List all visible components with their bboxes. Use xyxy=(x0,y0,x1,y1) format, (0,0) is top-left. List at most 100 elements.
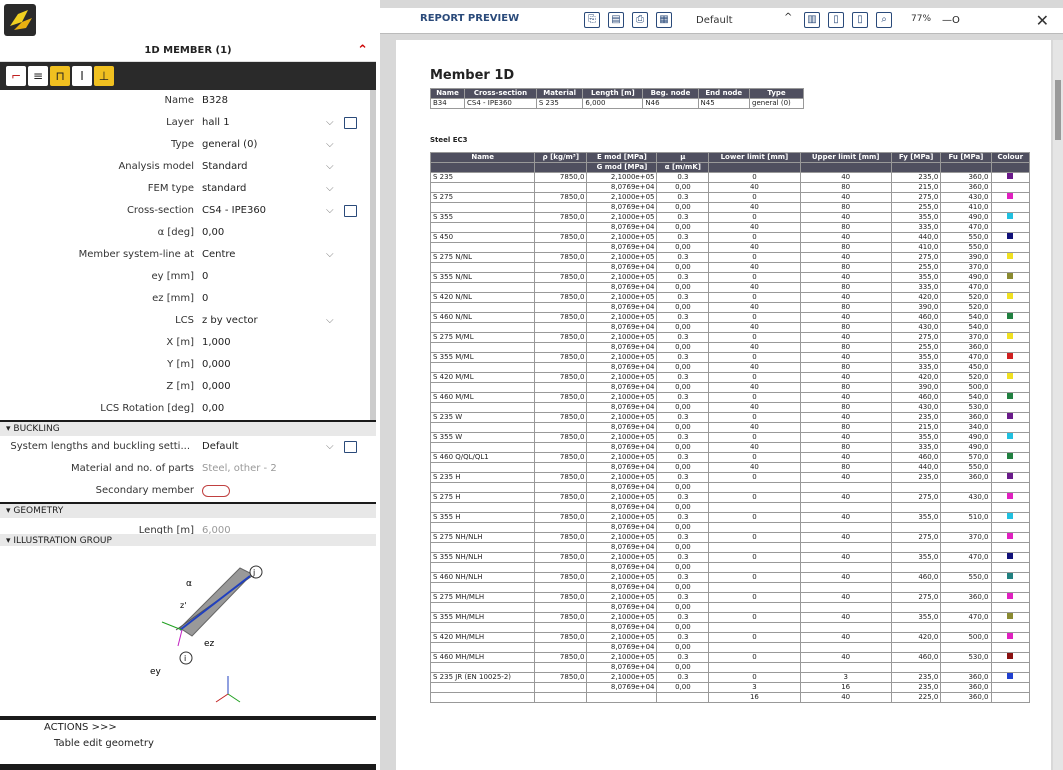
table-cell: 40 xyxy=(799,652,892,663)
colour-cell xyxy=(990,212,1030,223)
system-lengths-value[interactable]: Default xyxy=(202,436,239,458)
property-value[interactable]: 0,00 xyxy=(202,222,224,244)
property-value[interactable]: 1,000 xyxy=(202,332,231,354)
member-title: Member 1D xyxy=(430,68,515,83)
property-value[interactable]: B328 xyxy=(202,90,228,112)
property-value[interactable]: Standard xyxy=(202,156,248,178)
table-cell xyxy=(534,482,588,493)
property-value[interactable]: Centre xyxy=(202,244,235,266)
property-value[interactable]: z by vector xyxy=(202,310,258,332)
colour-cell xyxy=(990,432,1030,443)
chevron-down-icon[interactable]: ⌵ xyxy=(326,134,334,156)
property-value[interactable]: hall 1 xyxy=(202,112,230,134)
panel-scrollbar[interactable] xyxy=(370,90,376,420)
property-value[interactable]: CS4 - IPE360 xyxy=(202,200,266,222)
property-value[interactable]: standard xyxy=(202,178,246,200)
colour-cell xyxy=(990,182,1030,193)
table-cell: 490,0 xyxy=(940,432,992,443)
report-scrollbar[interactable] xyxy=(1053,40,1063,770)
table-cell: 355,0 xyxy=(890,272,942,283)
table-cell: 2,1000e+05 xyxy=(586,192,658,203)
geometry-header[interactable]: ▾ GEOMETRY xyxy=(0,504,376,518)
buckling-header[interactable]: ▾ BUCKLING xyxy=(0,422,376,436)
table-row: S 420 MH/MLH 7850,0 2,1000e+05 0.3 0 40 420,0 5… xyxy=(429,632,1030,643)
table-cell: 0,00 xyxy=(656,482,710,493)
table-cell xyxy=(534,182,588,193)
actions-expand-icon[interactable]: >>> xyxy=(92,722,117,733)
member-illustration: j i α z' ez ey xyxy=(150,565,263,703)
property-label: Type xyxy=(171,139,194,150)
cross-section-icon[interactable]: ⊓ xyxy=(50,66,70,86)
property-label: FEM type xyxy=(147,183,194,194)
table-row: 8,0769e+04 0,00 40 80 440,0 550,0 xyxy=(429,462,1030,473)
table-cell: 340,0 xyxy=(940,422,992,433)
chevron-down-icon[interactable]: ⌵ xyxy=(326,156,334,178)
table-cell xyxy=(708,642,801,653)
single-page-icon[interactable]: ▯ xyxy=(828,12,844,28)
table-cell: 80 xyxy=(799,302,892,313)
collapse-icon[interactable]: ⌃ xyxy=(357,40,368,62)
table-cell: 0 xyxy=(708,552,801,563)
member-icon[interactable]: ⌐ xyxy=(6,66,26,86)
table-cell xyxy=(890,662,942,673)
chevron-down-icon[interactable]: ⌵ xyxy=(326,310,334,332)
report-scroll-thumb[interactable] xyxy=(1055,80,1061,140)
table-row: S 355 H 7850,0 2,1000e+05 0.3 0 40 355,0 510,0 xyxy=(429,512,1030,523)
table-cell: 490,0 xyxy=(940,212,992,223)
colour-swatch xyxy=(1007,633,1014,639)
colour-cell xyxy=(990,282,1030,293)
template-select[interactable]: Default xyxy=(696,13,780,29)
edit-settings-icon[interactable] xyxy=(344,117,357,129)
edit-settings-icon[interactable] xyxy=(344,205,357,217)
table-cell xyxy=(708,662,801,673)
column-header: Upper limit [mm] xyxy=(799,152,892,163)
table-cell: 0 xyxy=(708,672,801,683)
table-cell: 360,0 xyxy=(940,342,992,353)
table-cell: 430,0 xyxy=(940,492,992,503)
table-row: S 275 N/NL 7850,0 2,1000e+05 0.3 0 40 275,0 390… xyxy=(429,252,1030,263)
chevron-down-icon[interactable]: ⌵ xyxy=(326,436,334,458)
property-value[interactable]: 0,000 xyxy=(202,376,231,398)
buckling-header-label: BUCKLING xyxy=(13,424,60,434)
table-cell xyxy=(890,482,942,493)
secondary-member-toggle[interactable] xyxy=(202,485,230,497)
chevron-down-icon[interactable]: ⌵ xyxy=(326,178,334,200)
property-value[interactable]: general (0) xyxy=(202,134,257,156)
table-cell: 0 xyxy=(708,332,801,343)
page-icon[interactable]: ▯ xyxy=(852,12,868,28)
export-icon[interactable]: ⎘ xyxy=(584,12,600,28)
support-icon[interactable]: ⊥ xyxy=(94,66,114,86)
chevron-down-icon[interactable]: ⌵ xyxy=(326,244,334,266)
table-row: S 275 M/ML 7850,0 2,1000e+05 0.3 0 40 275,0 370… xyxy=(429,332,1030,343)
table-cell: 8,0769e+04 xyxy=(586,542,658,553)
close-icon[interactable]: ✕ xyxy=(1036,11,1049,30)
colour-cell xyxy=(990,362,1030,373)
property-value[interactable]: 0 xyxy=(202,288,208,310)
table-cell: 360,0 xyxy=(940,692,992,703)
property-value[interactable]: 0,000 xyxy=(202,354,231,376)
table-cell: B34 xyxy=(429,98,466,109)
table-cell: 0 xyxy=(708,232,801,243)
zoom-slider[interactable]: —O xyxy=(942,15,960,26)
actions-header[interactable]: ACTIONS >>> xyxy=(44,722,117,733)
colour-cell xyxy=(990,342,1030,353)
delete-icon[interactable]: ▤ xyxy=(608,12,624,28)
material-name xyxy=(429,302,536,313)
table-row: S 355 N/NL 7850,0 2,1000e+05 0.3 0 40 355,0 490… xyxy=(429,272,1030,283)
table-cell: 0,00 xyxy=(656,522,710,533)
print-icon[interactable]: ⎙ xyxy=(632,12,648,28)
layers-icon[interactable]: ≡ xyxy=(28,66,48,86)
chevron-down-icon[interactable]: ⌵ xyxy=(326,112,334,134)
property-value[interactable]: 0,00 xyxy=(202,398,224,420)
table-edit-geometry-action[interactable]: Table edit geometry xyxy=(54,738,154,749)
table-cell xyxy=(534,422,588,433)
page-layout-icon[interactable]: ▥ xyxy=(804,12,820,28)
chevron-down-icon[interactable]: ⌵ xyxy=(326,200,334,222)
chevron-up-icon[interactable]: ^ xyxy=(784,12,792,23)
document-icon[interactable]: ▦ xyxy=(656,12,672,28)
column-header: Name xyxy=(429,152,536,163)
profile-icon[interactable]: I xyxy=(72,66,92,86)
edit-settings-icon[interactable] xyxy=(344,441,357,453)
zoom-icon[interactable]: ⌕ xyxy=(876,12,892,28)
property-value[interactable]: 0 xyxy=(202,266,208,288)
